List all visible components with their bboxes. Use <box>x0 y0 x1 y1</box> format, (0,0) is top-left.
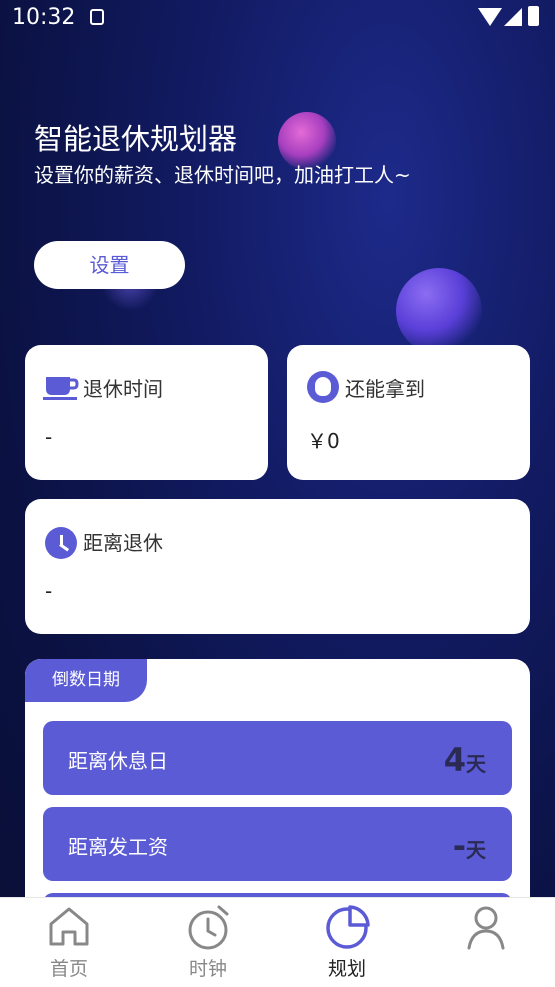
page-title: 智能退休规划器 <box>34 122 238 156</box>
tab-plan[interactable]: 规划 <box>278 898 416 987</box>
coffee-cup-icon <box>43 377 79 400</box>
signal-icon <box>504 8 522 26</box>
pie-chart-icon <box>326 905 370 949</box>
wifi-icon <box>478 8 502 26</box>
until-retire-card: 距离退休 - <box>25 499 530 634</box>
tab-clock[interactable]: 时钟 <box>139 898 277 987</box>
countdown-row-value: -天 <box>452 827 486 865</box>
retire-time-label: 退休时间 <box>83 377 163 401</box>
battery-icon <box>528 6 539 26</box>
retire-time-value: - <box>45 425 53 449</box>
countdown-row-rest-day[interactable]: 距离休息日 4天 <box>43 721 512 795</box>
countdown-row-label: 距离休息日 <box>68 749 168 773</box>
money-bag-icon <box>307 371 339 403</box>
until-retire-value: - <box>45 579 53 603</box>
status-time: 10:32 <box>12 5 76 30</box>
retire-time-card: 退休时间 - <box>25 345 268 480</box>
tab-home[interactable]: 首页 <box>0 898 138 987</box>
countdown-row-payday[interactable]: 距离发工资 -天 <box>43 807 512 881</box>
still-get-card: 还能拿到 ￥0 <box>287 345 530 480</box>
page-subtitle: 设置你的薪资、退休时间吧，加油打工人~ <box>34 163 411 187</box>
tab-profile[interactable] <box>417 898 555 987</box>
settings-button[interactable]: 设置 <box>34 241 185 289</box>
alarm-clock-icon <box>188 905 229 950</box>
notification-icon <box>90 9 104 25</box>
tab-home-label: 首页 <box>49 958 88 980</box>
tab-plan-label: 规划 <box>327 958 366 980</box>
bottom-tab-bar: 首页 时钟 规划 <box>0 897 555 987</box>
user-icon <box>467 906 505 950</box>
countdown-row-value: 4天 <box>443 741 486 779</box>
decorative-orb <box>396 268 482 354</box>
tab-clock-label: 时钟 <box>188 958 227 980</box>
until-retire-label: 距离退休 <box>83 531 163 555</box>
countdown-tag: 倒数日期 <box>25 659 147 702</box>
clock-icon <box>45 527 77 559</box>
countdown-row-label: 距离发工资 <box>68 835 168 859</box>
home-icon <box>49 907 89 946</box>
still-get-label: 还能拿到 <box>345 377 425 401</box>
status-bar: 10:32 <box>0 0 555 38</box>
still-get-value: ￥0 <box>307 429 340 453</box>
